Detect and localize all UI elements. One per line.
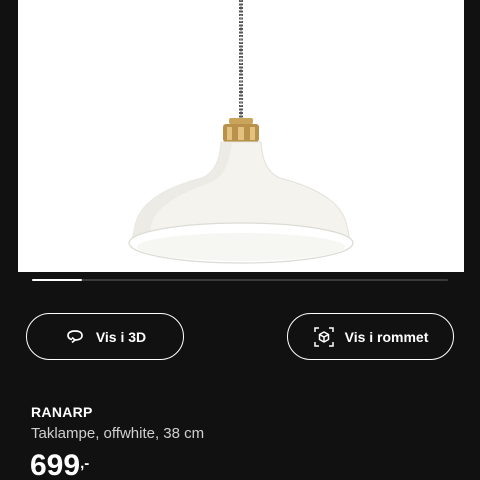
view-in-3d-button[interactable]: Vis i 3D [26, 313, 184, 360]
price-amount: 699 [30, 449, 81, 480]
carousel-progress-bar [32, 279, 82, 281]
product-name[interactable]: RANARP [31, 404, 93, 420]
image-carousel-indicator [32, 279, 448, 281]
view-in-room-label: Vis i rommet [344, 328, 429, 345]
product-description: Taklampe, offwhite, 38 cm [31, 425, 205, 442]
rotate-3d-icon [64, 326, 86, 348]
product-price: 699 ,- [30, 448, 89, 480]
ar-cube-icon [313, 326, 335, 348]
lamp-socket [223, 118, 259, 142]
view-in-room-button[interactable]: Vis i rommet [287, 313, 454, 360]
lamp-shade [128, 141, 354, 264]
view-in-3d-label: Vis i 3D [95, 328, 147, 345]
price-suffix: ,- [80, 455, 90, 472]
product-image[interactable] [18, 0, 464, 272]
pendant-lamp-image [128, 0, 354, 264]
